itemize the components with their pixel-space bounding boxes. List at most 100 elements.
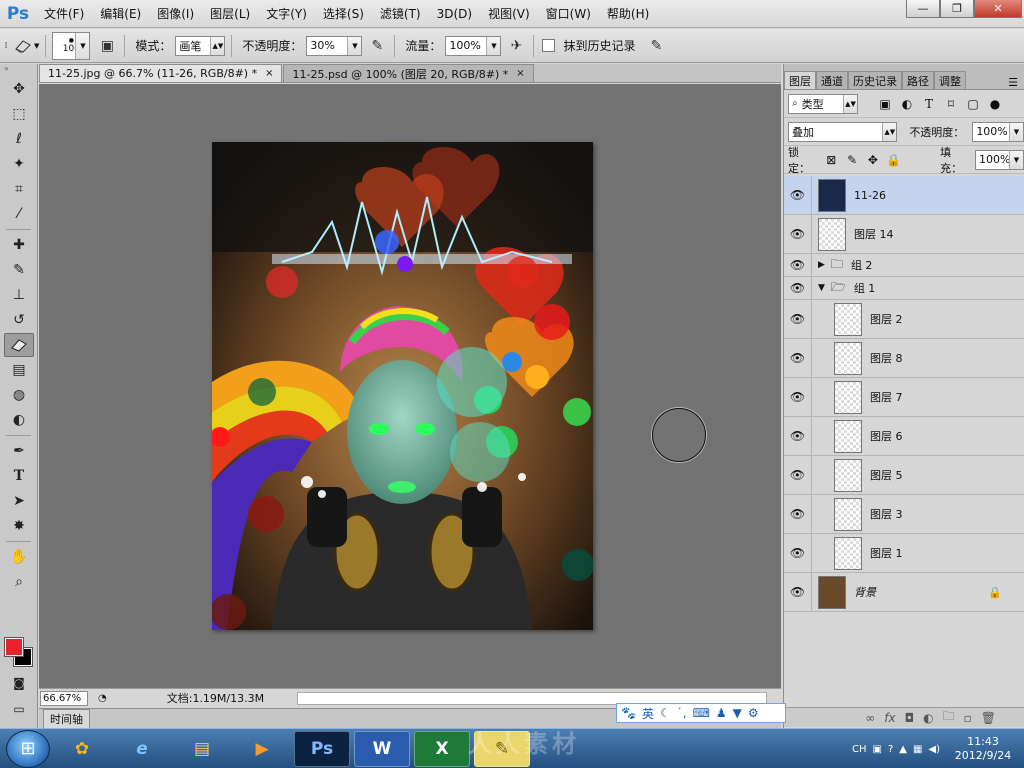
menu-type[interactable]: 文字(Y) bbox=[258, 0, 315, 28]
eye-icon[interactable]: 👁 bbox=[784, 215, 812, 253]
network-icon[interactable]: ▦ bbox=[913, 744, 922, 755]
explorer-icon[interactable]: ▤ bbox=[174, 731, 230, 767]
layer-row[interactable]: 👁 图层 5 bbox=[784, 456, 1024, 495]
eye-icon[interactable]: 👁 bbox=[784, 534, 812, 572]
layer-row-background[interactable]: 👁 背景 🔒 bbox=[784, 573, 1024, 612]
paw-icon[interactable]: 🐾 bbox=[621, 706, 636, 720]
layer-row[interactable]: 👁 11-26 bbox=[784, 176, 1024, 215]
layer-row[interactable]: 👁 图层 1 bbox=[784, 534, 1024, 573]
folder-icon[interactable]: 🗀 bbox=[943, 707, 955, 728]
tab-history[interactable]: 历史记录 bbox=[848, 71, 902, 89]
layer-group-row[interactable]: 👁 ▼ 🗁 组 1 bbox=[784, 277, 1024, 300]
mode-select[interactable]: 画笔 ▲▼ bbox=[175, 35, 226, 56]
tool-preset-arrow-icon[interactable]: ▼ bbox=[34, 42, 39, 50]
type-tool-icon[interactable]: T bbox=[4, 464, 34, 488]
fx-icon[interactable]: fx bbox=[884, 711, 895, 725]
eye-icon[interactable]: 👁 bbox=[784, 573, 812, 611]
brush-size-picker[interactable]: ● 100 ▼ bbox=[52, 31, 91, 60]
foreground-color-swatch[interactable] bbox=[4, 637, 24, 657]
flow-input[interactable]: 100% ▼ bbox=[445, 35, 502, 56]
layer-row[interactable]: 👁 图层 8 bbox=[784, 339, 1024, 378]
start-button[interactable]: ⊞ bbox=[6, 729, 50, 768]
brush-tool-icon[interactable]: ✎ bbox=[4, 258, 34, 282]
pressure-opacity-icon[interactable]: ✎ bbox=[366, 35, 388, 57]
timeline-tab[interactable]: 时间轴 bbox=[43, 708, 90, 729]
menu-file[interactable]: 文件(F) bbox=[36, 0, 92, 28]
crop-tool-icon[interactable]: ⌗ bbox=[4, 177, 34, 201]
trash-icon[interactable]: 🗑 bbox=[981, 711, 996, 725]
move-tool-icon[interactable]: ✥ bbox=[4, 77, 34, 101]
clone-stamp-tool-icon[interactable]: ⊥ bbox=[4, 283, 34, 307]
opacity-input[interactable]: 30% ▼ bbox=[306, 35, 363, 56]
type-filter-icon[interactable]: T bbox=[920, 95, 938, 113]
zoom-level-input[interactable]: 66.67% bbox=[40, 690, 88, 706]
panel-menu-icon[interactable]: ☰ bbox=[1008, 76, 1018, 89]
keyboard-icon[interactable]: ⌨ bbox=[693, 706, 710, 720]
minimize-button[interactable]: — bbox=[906, 0, 940, 18]
moon-icon[interactable]: ☾ bbox=[660, 706, 671, 720]
layer-opacity-input[interactable]: 100% ▼ bbox=[972, 121, 1024, 142]
lock-all-icon[interactable]: 🔒 bbox=[885, 153, 902, 167]
marquee-tool-icon[interactable]: ⬚ bbox=[4, 102, 34, 126]
layer-row[interactable]: 👁 图层 2 bbox=[784, 300, 1024, 339]
taskbar-word[interactable]: W bbox=[354, 730, 410, 767]
mask-icon[interactable]: ◘ bbox=[905, 711, 915, 725]
paint-icon[interactable]: ✿ bbox=[54, 731, 110, 767]
excel-icon[interactable]: X bbox=[414, 730, 470, 767]
smart-object-filter-icon[interactable]: ▢ bbox=[964, 95, 982, 113]
layer-group-row[interactable]: 👁 ▶ 🗀 组 2 bbox=[784, 254, 1024, 277]
tab-adjustments[interactable]: 调整 bbox=[934, 71, 966, 89]
menu-view[interactable]: 视图(V) bbox=[480, 0, 538, 28]
shape-tool-icon[interactable]: ✸ bbox=[4, 514, 34, 538]
eye-icon[interactable]: 👁 bbox=[784, 456, 812, 494]
lock-transparent-icon[interactable]: ⊠ bbox=[823, 153, 840, 167]
hand-tool-icon[interactable]: ✋ bbox=[4, 545, 34, 569]
eye-icon[interactable]: 👁 bbox=[784, 300, 812, 338]
lock-position-icon[interactable]: ✥ bbox=[865, 153, 882, 167]
volume-icon[interactable]: ◀) bbox=[928, 744, 940, 755]
eye-icon[interactable]: 👁 bbox=[784, 254, 812, 276]
eye-icon[interactable]: 👁 bbox=[784, 339, 812, 377]
layer-row[interactable]: 👁 图层 7 bbox=[784, 378, 1024, 417]
eye-icon[interactable]: 👁 bbox=[784, 277, 812, 299]
menu-image[interactable]: 图像(I) bbox=[149, 0, 202, 28]
menu-filter[interactable]: 滤镜(T) bbox=[372, 0, 429, 28]
tab-channels[interactable]: 通道 bbox=[816, 71, 848, 89]
gradient-tool-icon[interactable]: ▤ bbox=[4, 358, 34, 382]
close-icon[interactable]: × bbox=[516, 68, 524, 79]
collapse-arrow-icon[interactable]: ▼ bbox=[818, 283, 825, 293]
help-icon[interactable]: ? bbox=[888, 744, 893, 755]
airbrush-icon[interactable]: ✈ bbox=[505, 35, 527, 57]
brush-panel-icon[interactable]: ▣ bbox=[96, 35, 118, 57]
layer-row[interactable]: 👁 图层 14 bbox=[784, 215, 1024, 254]
menu-3d[interactable]: 3D(D) bbox=[429, 0, 480, 28]
ie-icon[interactable]: e bbox=[114, 731, 170, 767]
eyedropper-tool-icon[interactable]: ⁄ bbox=[4, 202, 34, 226]
picture-icon[interactable]: ▣ bbox=[872, 744, 881, 755]
ime-language[interactable]: 英 bbox=[642, 705, 654, 722]
gear-icon[interactable]: ⚙ bbox=[748, 706, 759, 720]
tab-document-1[interactable]: 11-25.jpg @ 66.7% (11-26, RGB/8#) * × bbox=[39, 64, 283, 82]
eye-icon[interactable]: 👁 bbox=[784, 495, 812, 533]
punctuation-icon[interactable]: ˙, bbox=[677, 706, 687, 720]
status-info-icon[interactable]: ◔ bbox=[98, 693, 107, 704]
eye-icon[interactable]: 👁 bbox=[784, 417, 812, 455]
screen-mode-icon[interactable]: ▭ bbox=[4, 697, 34, 721]
shirt-icon[interactable]: ▼ bbox=[733, 706, 742, 720]
eraser-tool-icon[interactable] bbox=[4, 333, 34, 357]
filter-kind-select[interactable]: ⌕ 类型 ▲▼ bbox=[788, 93, 858, 114]
artwork-canvas[interactable] bbox=[212, 142, 593, 630]
eye-icon[interactable]: 👁 bbox=[784, 378, 812, 416]
path-select-tool-icon[interactable]: ➤ bbox=[4, 489, 34, 513]
tab-paths[interactable]: 路径 bbox=[902, 71, 934, 89]
history-brush-tool-icon[interactable]: ↺ bbox=[4, 308, 34, 332]
expand-arrow-icon[interactable]: ▶ bbox=[818, 260, 825, 270]
close-icon[interactable]: × bbox=[265, 68, 273, 79]
expand-tray-icon[interactable]: ▲ bbox=[899, 744, 907, 755]
close-button[interactable]: ✕ bbox=[974, 0, 1022, 18]
filter-toggle-icon[interactable]: ● bbox=[986, 95, 1004, 113]
menu-select[interactable]: 选择(S) bbox=[315, 0, 372, 28]
menu-edit[interactable]: 编辑(E) bbox=[92, 0, 149, 28]
taskbar-photoshop[interactable]: Ps bbox=[294, 730, 350, 767]
menu-layer[interactable]: 图层(L) bbox=[202, 0, 258, 28]
